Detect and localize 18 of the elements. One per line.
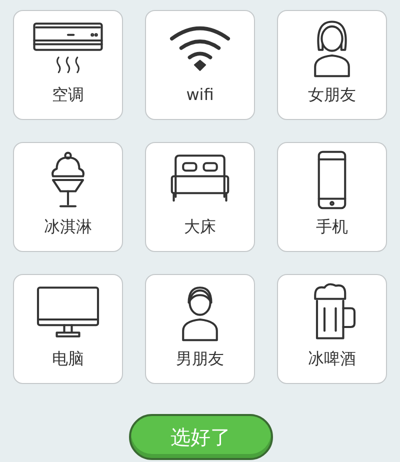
item-label: 冰啤酒 [308,349,356,369]
item-label: 男朋友 [176,349,224,369]
item-card[interactable]: 冰啤酒 [277,274,387,384]
item-label: wifi [186,85,214,105]
item-card[interactable]: 男朋友 [145,274,255,384]
item-label: 冰淇淋 [44,217,92,237]
item-label: 空调 [52,85,84,105]
item-card[interactable]: 冰淇淋 [13,142,123,252]
item-label: 电脑 [52,349,84,369]
item-card[interactable]: 空调 [13,10,123,120]
item-label: 女朋友 [308,85,356,105]
item-label: 大床 [184,217,216,237]
item-card[interactable]: 大床 [145,142,255,252]
item-label: 手机 [316,217,348,237]
item-card[interactable]: wifi [145,10,255,120]
item-card[interactable]: 女朋友 [277,10,387,120]
item-card[interactable]: 手机 [277,142,387,252]
item-card[interactable]: 电脑 [13,274,123,384]
